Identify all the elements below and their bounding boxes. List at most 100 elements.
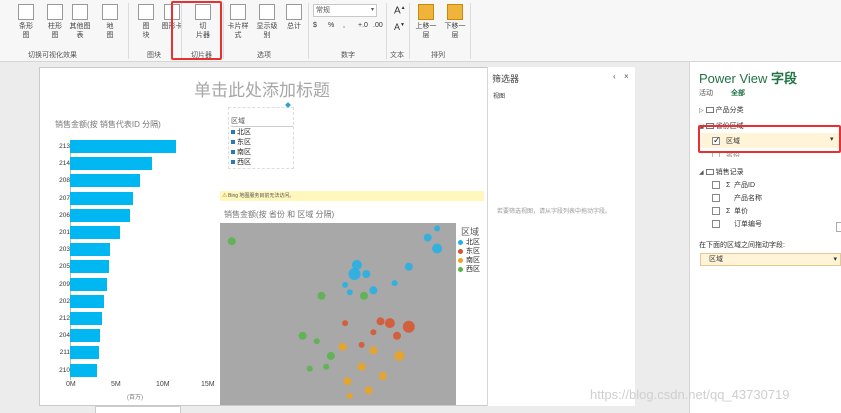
map-point[interactable] bbox=[364, 386, 373, 395]
map-point[interactable] bbox=[370, 329, 377, 336]
ribbon-button-show-levels[interactable]: 显示级 别 bbox=[255, 4, 279, 40]
bar[interactable] bbox=[70, 312, 102, 325]
map-point[interactable] bbox=[323, 363, 330, 370]
bar[interactable] bbox=[70, 346, 99, 360]
field-row[interactable]: Σ 产品ID bbox=[712, 180, 755, 190]
ribbon-button-tiles[interactable]: 图 块 bbox=[134, 4, 158, 40]
field-checkbox[interactable] bbox=[712, 194, 720, 203]
map-point[interactable] bbox=[432, 243, 443, 254]
number-symbol-button[interactable]: , bbox=[343, 22, 345, 29]
bar[interactable] bbox=[70, 157, 152, 171]
number-symbol-button[interactable]: % bbox=[328, 22, 334, 29]
report-title[interactable]: 单击此处添加标题 bbox=[194, 76, 330, 101]
slicer-item[interactable]: 东区 bbox=[231, 137, 251, 147]
map-visual[interactable] bbox=[220, 223, 456, 405]
bar[interactable] bbox=[70, 363, 97, 377]
number-symbol-button[interactable]: $ bbox=[313, 22, 317, 29]
map-point[interactable] bbox=[348, 268, 361, 280]
map-point[interactable] bbox=[402, 320, 415, 333]
chevron-down-icon[interactable]: ▾ bbox=[833, 254, 837, 265]
map-point[interactable] bbox=[342, 281, 349, 288]
map-point[interactable] bbox=[358, 341, 365, 348]
drop-area-field[interactable]: 区域 ▾ bbox=[700, 253, 841, 266]
map-point[interactable] bbox=[378, 371, 387, 380]
map-point[interactable] bbox=[376, 317, 385, 326]
bar[interactable] bbox=[70, 260, 109, 274]
bar[interactable] bbox=[70, 208, 131, 222]
map-point[interactable] bbox=[298, 331, 307, 340]
slicer-item-label: 西区 bbox=[237, 159, 251, 166]
map-point[interactable] bbox=[313, 338, 320, 345]
map-point[interactable] bbox=[346, 392, 353, 399]
field-list-title: Power View 字段 bbox=[699, 68, 797, 87]
table-product-category[interactable]: ▷ 产品分类 bbox=[699, 105, 744, 115]
decrease-font-icon[interactable]: A▼ bbox=[394, 22, 405, 32]
bar[interactable] bbox=[70, 191, 133, 205]
ribbon-button-column-chart[interactable]: 柱形 图 bbox=[43, 4, 67, 40]
ribbon-button-label: 卡片样 式 bbox=[227, 23, 249, 39]
field-checkbox[interactable] bbox=[712, 181, 720, 190]
bar[interactable] bbox=[70, 329, 100, 343]
bar[interactable] bbox=[70, 174, 141, 188]
map-point[interactable] bbox=[306, 365, 313, 372]
close-icon[interactable]: × bbox=[624, 72, 629, 81]
number-symbol-button[interactable]: +.0 bbox=[358, 22, 368, 29]
map-point[interactable] bbox=[342, 320, 349, 327]
ribbon-button-globe[interactable]: 地 图 bbox=[98, 4, 122, 40]
legend-label: 西区 bbox=[466, 266, 480, 273]
map-point[interactable] bbox=[326, 351, 335, 360]
slicer-item[interactable]: 西区 bbox=[231, 157, 251, 167]
number-symbol-button[interactable]: .00 bbox=[373, 22, 383, 29]
map-point[interactable] bbox=[434, 225, 441, 232]
field-row[interactable]: 订单编号 bbox=[712, 219, 762, 229]
number-format-select[interactable]: 常规 ▾ bbox=[313, 4, 377, 17]
map-point[interactable] bbox=[423, 233, 432, 242]
field-row[interactable]: 产品名称 bbox=[712, 193, 762, 203]
tab-all[interactable]: 全部 bbox=[731, 88, 745, 98]
ribbon-button-card-style[interactable]: 卡片样 式 bbox=[226, 4, 250, 40]
scrollbar-thumb[interactable] bbox=[836, 222, 841, 232]
bar[interactable] bbox=[70, 140, 177, 153]
slicer-item[interactable]: 北区 bbox=[231, 127, 251, 137]
map-point[interactable] bbox=[338, 342, 347, 351]
map-point[interactable] bbox=[384, 318, 395, 329]
filter-tab-view[interactable]: 视图 bbox=[493, 91, 505, 100]
bar[interactable] bbox=[70, 294, 105, 308]
increase-font-icon[interactable]: A▲ bbox=[394, 5, 406, 16]
map-point[interactable] bbox=[227, 237, 236, 246]
table-sales-records[interactable]: ◢ 销售记录 bbox=[699, 167, 744, 177]
legend-label: 南区 bbox=[466, 257, 480, 264]
bar-category-label: 212 bbox=[59, 315, 70, 322]
field-checkbox[interactable] bbox=[712, 207, 720, 216]
map-point[interactable] bbox=[362, 270, 371, 278]
ribbon-button-other-chart[interactable]: 其他图 表 bbox=[68, 4, 92, 40]
map-point[interactable] bbox=[360, 291, 368, 300]
bar[interactable] bbox=[70, 243, 110, 257]
map-point[interactable] bbox=[357, 362, 366, 371]
ribbon-button-bar-chart[interactable]: 条形 图 bbox=[14, 4, 38, 40]
group-label-text: 文本 bbox=[390, 52, 404, 59]
ribbon-button-bring-forward[interactable]: 上移一 层 bbox=[414, 4, 438, 40]
field-list-title-suffix: 字段 bbox=[771, 71, 798, 86]
region-field-highlight-box bbox=[698, 125, 841, 153]
map-point[interactable] bbox=[346, 289, 353, 296]
tab-active[interactable]: 活动 bbox=[699, 88, 713, 98]
map-point[interactable] bbox=[369, 346, 378, 355]
map-point[interactable] bbox=[404, 262, 413, 271]
collapse-pane-icon[interactable]: ‹ bbox=[613, 72, 616, 81]
bar[interactable] bbox=[70, 226, 121, 239]
bar[interactable] bbox=[70, 277, 107, 291]
map-point[interactable] bbox=[393, 331, 401, 340]
ribbon-button-totals[interactable]: 总计 bbox=[282, 4, 306, 31]
slicer-item[interactable]: 南区 bbox=[231, 147, 251, 157]
ribbon-button-send-backward[interactable]: 下移一 层 bbox=[443, 4, 467, 40]
field-row[interactable]: Σ 单价 bbox=[712, 206, 748, 216]
map-point[interactable] bbox=[317, 291, 326, 300]
map-point[interactable] bbox=[391, 280, 398, 287]
map-point[interactable] bbox=[343, 377, 352, 386]
sheet-tab[interactable] bbox=[95, 406, 181, 413]
drop-area-field-name: 区域 bbox=[709, 256, 723, 263]
map-point[interactable] bbox=[394, 350, 405, 361]
field-checkbox[interactable] bbox=[712, 220, 720, 229]
map-point[interactable] bbox=[369, 286, 378, 295]
